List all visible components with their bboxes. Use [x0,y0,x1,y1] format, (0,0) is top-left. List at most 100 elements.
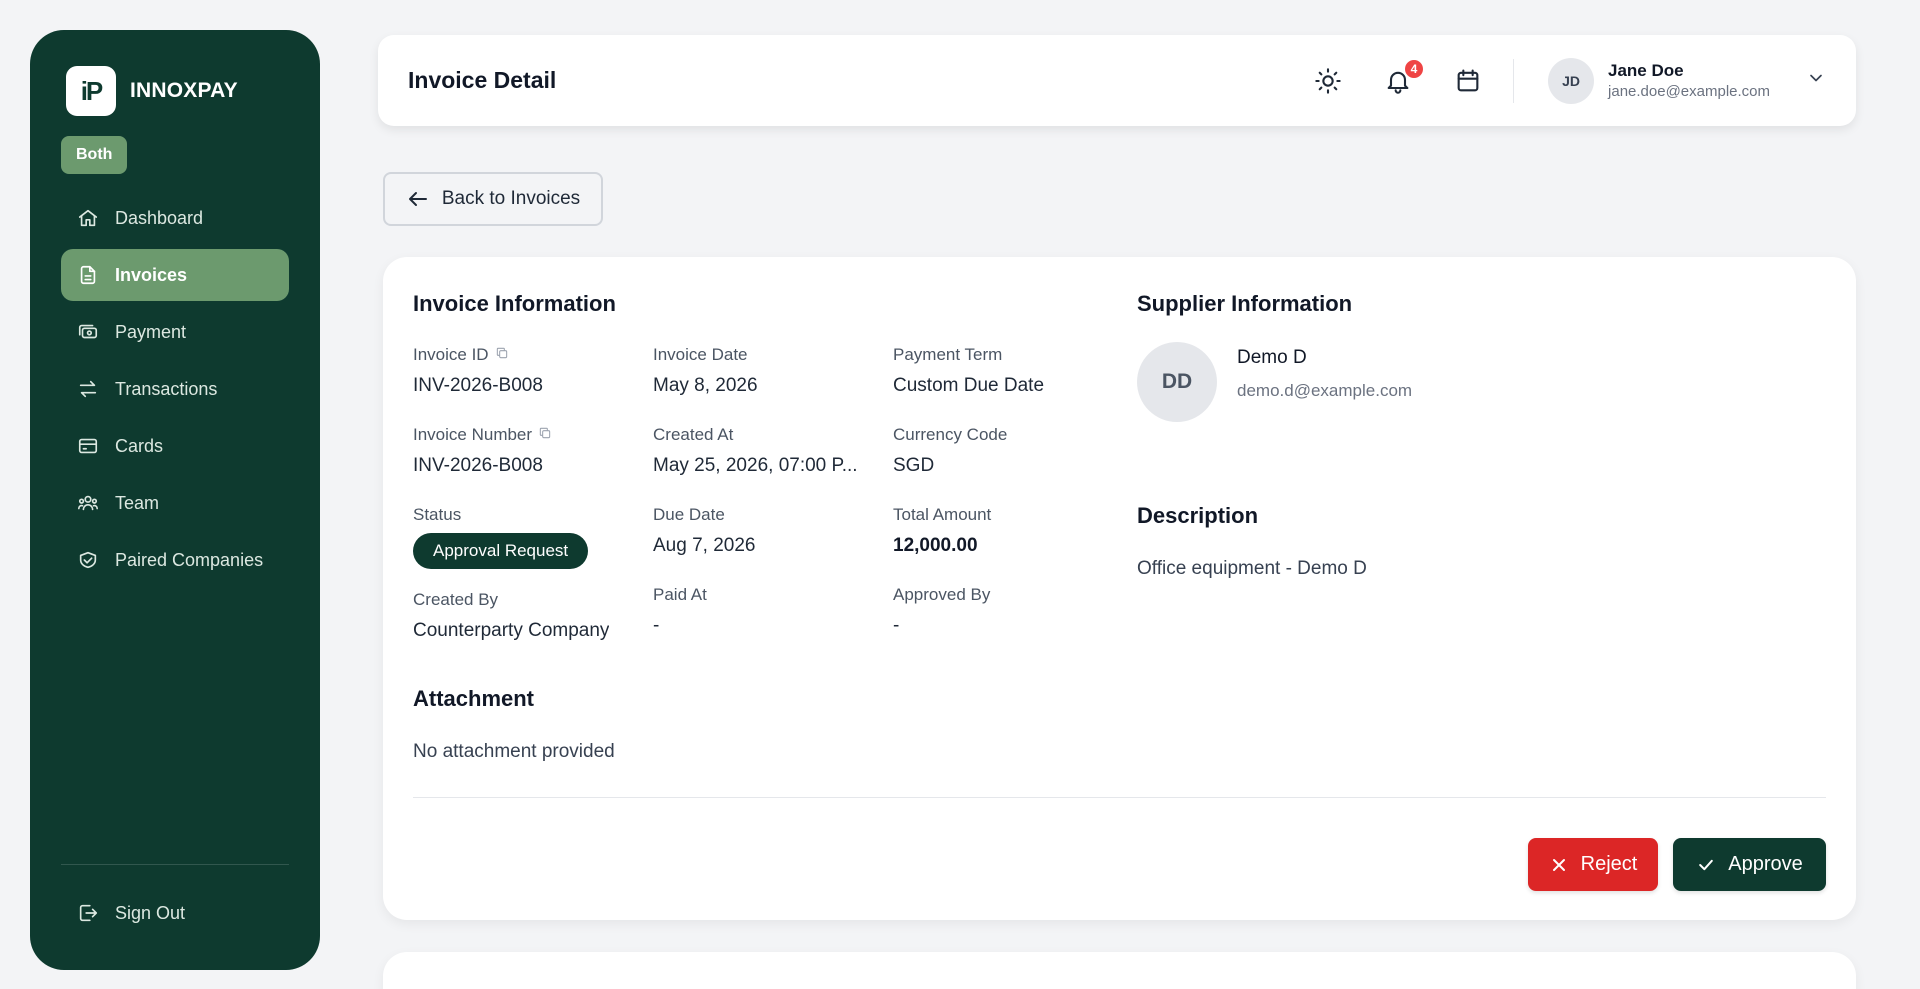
sidebar-item-dashboard[interactable]: Dashboard [61,192,289,244]
paid-at-value: - [653,615,660,636]
sidebar-item-label: Transactions [115,378,218,399]
sidebar-item-label: Dashboard [115,207,204,228]
invoice-id-value: INV-2026-B008 [413,375,543,396]
copy-icon[interactable] [538,425,552,445]
due-date-value: Aug 7, 2026 [653,535,756,556]
field-label: Paid At [653,585,707,604]
field-label: Created By [413,590,499,609]
field-label: Invoice Date [653,345,748,364]
header-divider [1513,58,1515,103]
brand-name: INNOXPAY [130,79,238,102]
invoice-number-value: INV-2026-B008 [413,455,543,476]
payment-term-value: Custom Due Date [893,375,1045,396]
handshake-icon [77,549,99,571]
field-invoice-date: Invoice Date May 8, 2026 [653,345,758,397]
user-menu[interactable]: JD Jane Doe jane.doe@example.com [1548,57,1826,104]
user-info: Jane Doe jane.doe@example.com [1608,61,1770,100]
sidebar-footer: Sign Out [61,864,289,944]
field-created-at: Created At May 25, 2026, 07:00 P... [653,425,858,477]
chevron-down-icon[interactable] [1806,68,1826,93]
secondary-card [383,952,1856,989]
sidebar: iP INNOXPAY Both Dashboard Invoices Paym… [30,30,320,970]
sign-out-button[interactable]: Sign Out [61,887,289,939]
field-label: Payment Term [893,345,1003,364]
arrows-exchange-icon [77,378,99,400]
check-icon [1699,859,1714,870]
brand[interactable]: iP INNOXPAY [66,66,289,116]
page-title: Invoice Detail [408,67,557,93]
sidebar-item-label: Cards [115,435,164,456]
field-label: Created At [653,425,734,444]
sidebar-item-invoices[interactable]: Invoices [61,249,289,301]
supplier-email: demo.d@example.com [1237,381,1413,400]
logout-icon [77,902,99,924]
field-created-by: Created By Counterparty Company [413,590,609,642]
field-label: Total Amount [893,505,992,524]
top-header: Invoice Detail 4 JD Jane Doe jane.doe@ex… [378,35,1856,126]
brand-logo: iP [66,66,116,116]
sidebar-item-payment[interactable]: Payment [61,306,289,358]
field-paid-at: Paid At - [653,585,707,637]
field-label: Status [413,505,462,524]
users-icon [77,492,99,514]
field-label: Due Date [653,505,725,524]
home-icon [77,207,99,229]
user-name: Jane Doe [1608,61,1684,80]
description-title: Description [1137,503,1259,528]
supplier-avatar: DD [1137,342,1217,422]
field-total-amount: Total Amount 12,000.00 [893,505,991,557]
field-label: Invoice ID [413,345,489,364]
approved-by-value: - [893,615,900,636]
sidebar-nav: Dashboard Invoices Payment Transactions … [61,192,289,586]
invoice-detail-card: Invoice Information Invoice ID INV-2026-… [383,257,1856,920]
field-currency-code: Currency Code SGD [893,425,1007,477]
currency-code-value: SGD [893,455,935,476]
field-invoice-number: Invoice Number INV-2026-B008 [413,425,552,477]
attachment-title: Attachment [413,686,535,711]
avatar: JD [1548,57,1595,104]
field-label: Currency Code [893,425,1008,444]
reject-label: Reject [1580,853,1638,875]
status-badge: Approval Request [413,533,589,569]
back-button-label: Back to Invoices [441,188,581,209]
sidebar-item-transactions[interactable]: Transactions [61,363,289,415]
field-status: Status Approval Request [413,505,589,569]
supplier-info-title: Supplier Information [1137,291,1353,316]
approve-button[interactable]: Approve [1673,838,1826,891]
sidebar-item-cards[interactable]: Cards [61,420,289,472]
approve-label: Approve [1728,853,1803,875]
description-text: Office equipment - Demo D [1137,558,1367,579]
copy-icon[interactable] [495,345,509,365]
field-payment-term: Payment Term Custom Due Date [893,345,1044,397]
sidebar-item-label: Payment [115,321,187,342]
attachment-text: No attachment provided [413,741,615,762]
cash-icon [77,321,99,343]
card-divider [413,797,1826,798]
created-at-value: May 25, 2026, 07:00 P... [653,455,858,476]
field-due-date: Due Date Aug 7, 2026 [653,505,755,557]
field-label: Approved By [893,585,991,604]
supplier-name: Demo D [1237,347,1307,368]
calendar-icon[interactable] [1453,66,1483,96]
sun-icon[interactable] [1313,66,1343,96]
field-invoice-id: Invoice ID INV-2026-B008 [413,345,543,397]
field-approved-by: Approved By - [893,585,990,637]
invoice-info-title: Invoice Information [413,291,616,316]
credit-card-icon [77,435,99,457]
sidebar-item-label: Team [115,492,160,513]
bell-icon[interactable]: 4 [1383,57,1426,96]
field-label: Invoice Number [413,425,533,444]
back-to-invoices-button[interactable]: Back to Invoices [383,172,603,226]
x-icon [1552,858,1565,871]
sidebar-item-team[interactable]: Team [61,477,289,529]
arrow-left-icon [408,192,427,206]
total-amount-value: 12,000.00 [893,535,978,556]
notification-badge: 4 [1403,57,1426,80]
sidebar-item-paired-companies[interactable]: Paired Companies [61,534,289,586]
created-by-value: Counterparty Company [413,620,610,641]
sign-out-label: Sign Out [115,902,186,923]
mode-badge[interactable]: Both [61,136,128,174]
header-icons: 4 [1313,57,1483,96]
sidebar-item-label: Paired Companies [115,549,264,570]
reject-button[interactable]: Reject [1528,838,1658,891]
